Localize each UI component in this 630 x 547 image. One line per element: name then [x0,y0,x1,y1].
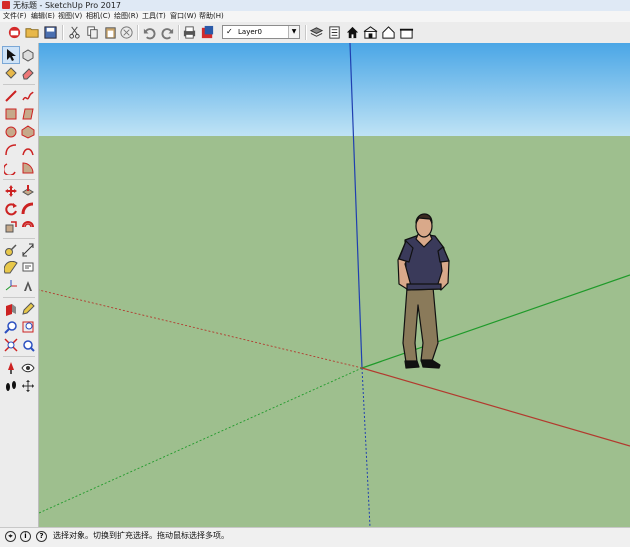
paste-icon[interactable] [102,24,118,40]
sky [39,43,630,136]
axes-icon[interactable] [3,278,19,294]
menu-window[interactable]: 窗口(W) [170,11,196,22]
arc-icon[interactable] [3,142,19,158]
zoom-icon[interactable] [3,319,19,335]
chevron-down-icon[interactable]: ▼ [288,26,299,38]
position-camera-icon[interactable] [3,360,19,376]
cut-icon[interactable] [66,24,82,40]
layer-name: Layer0 [238,28,262,36]
undo-icon[interactable] [141,24,157,40]
model-viewport[interactable] [39,43,630,527]
line-icon[interactable] [3,88,19,104]
look-around-icon[interactable] [20,360,36,376]
status-bar: ⌖ i ? 选择对象。切换到扩充选择。拖动鼠标选择多项。 [0,527,630,547]
dimension-icon[interactable] [20,242,36,258]
scale-icon[interactable] [3,219,19,235]
components-icon[interactable] [326,24,342,40]
two-point-arc-icon[interactable] [20,142,36,158]
ground [39,136,630,527]
pie-icon[interactable] [20,160,36,176]
previous-view-icon[interactable] [20,337,36,353]
freehand-icon[interactable] [20,88,36,104]
circle-icon[interactable] [3,124,19,140]
menu-edit[interactable]: 编辑(E) [31,11,55,22]
help-icon[interactable]: ? [36,531,47,542]
protractor-icon[interactable] [3,260,19,276]
push-pull-icon[interactable] [20,183,36,199]
open-icon[interactable] [24,24,40,40]
rotated-rectangle-icon[interactable] [20,106,36,122]
eraser-icon[interactable] [20,65,36,81]
orbit-icon[interactable] [20,378,36,394]
menu-file[interactable]: 文件(F) [3,11,27,22]
redo-icon[interactable] [159,24,175,40]
house-outline-icon[interactable] [380,24,396,40]
polygon-icon[interactable] [20,124,36,140]
geolocation-icon[interactable]: ⌖ [5,531,16,542]
window-title: 无标题 - SketchUp Pro 2017 [13,1,121,10]
print-icon[interactable] [181,24,197,40]
tape-measure-icon[interactable] [3,242,19,258]
model-info-icon[interactable] [199,24,215,40]
paint-icon[interactable] [20,301,36,317]
house-icon[interactable] [344,24,360,40]
three-point-arc-icon[interactable] [3,160,19,176]
offset-icon[interactable] [20,219,36,235]
layer-dropdown[interactable]: ✓ Layer0 ▼ [222,25,300,39]
save-icon[interactable] [42,24,58,40]
get-models-icon[interactable] [6,24,22,40]
paint-bucket-icon[interactable] [3,65,19,81]
follow-me-icon[interactable] [20,201,36,217]
left-toolbar [0,43,39,527]
info-icon[interactable]: i [20,531,31,542]
menu-view[interactable]: 视图(V) [58,11,82,22]
3d-text-icon[interactable] [20,278,36,294]
layer-current-check: ✓ [226,27,233,36]
menu-draw[interactable]: 绘图(R) [114,11,138,22]
text-icon[interactable] [20,260,36,276]
layers-icon[interactable] [308,24,324,40]
zoom-window-icon[interactable] [20,319,36,335]
rectangle-icon[interactable] [3,106,19,122]
section-plane-icon[interactable] [3,301,19,317]
main-toolbar: ✓ Layer0 ▼ [0,22,630,44]
move-icon[interactable] [3,183,19,199]
make-component-icon[interactable] [20,47,36,63]
copy-icon[interactable] [84,24,100,40]
rotate-icon[interactable] [3,201,19,217]
house-front-icon[interactable] [362,24,378,40]
menu-camera[interactable]: 相机(C) [86,11,110,22]
status-text: 选择对象。切换到扩充选择。拖动鼠标选择多项。 [53,531,229,540]
zoom-extents-icon[interactable] [3,337,19,353]
sketchup-app-icon [2,1,10,9]
select-icon[interactable] [2,46,20,64]
house-side-icon[interactable] [398,24,414,40]
erase-icon[interactable] [118,24,134,40]
walk-icon[interactable] [3,378,19,394]
menu-tools[interactable]: 工具(T) [142,11,166,22]
menu-help[interactable]: 帮助(H) [199,11,224,22]
